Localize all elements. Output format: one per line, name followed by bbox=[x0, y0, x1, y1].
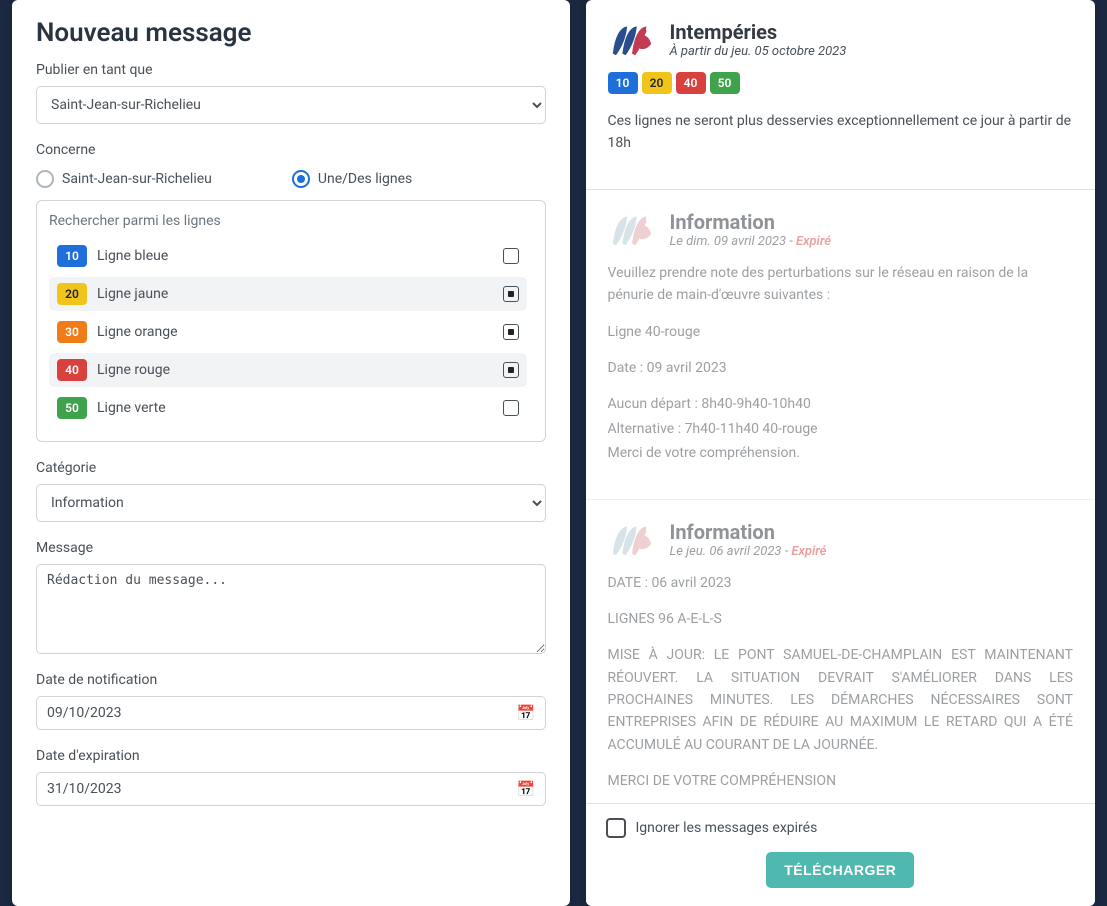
lines-selector: Rechercher parmi les lignes 10 Ligne bleu… bbox=[36, 200, 546, 442]
new-message-panel: Nouveau message Publier en tant que Sain… bbox=[12, 0, 570, 906]
line-row[interactable]: 20 Ligne jaune bbox=[49, 277, 527, 311]
line-row[interactable]: 40 Ligne rouge bbox=[49, 353, 527, 387]
line-name: Ligne verte bbox=[97, 400, 503, 416]
message-paragraph: Date : 09 avril 2023 bbox=[608, 357, 1074, 379]
calendar-icon: 📅 bbox=[517, 704, 536, 722]
concerns-radio-group: Saint-Jean-sur-Richelieu Une/Des lignes bbox=[36, 170, 546, 188]
message-title: Intempéries bbox=[670, 20, 847, 44]
radio-lines[interactable]: Une/Des lignes bbox=[292, 170, 412, 188]
line-name: Ligne orange bbox=[97, 324, 503, 340]
message-date: À partir du jeu. 05 octobre 2023 bbox=[670, 44, 847, 59]
message-paragraph: Ces lignes ne seront plus desservies exc… bbox=[608, 110, 1074, 155]
line-checkbox[interactable] bbox=[503, 362, 519, 378]
messages-scroll[interactable]: IntempériesÀ partir du jeu. 05 octobre 2… bbox=[586, 0, 1096, 803]
publish-as-select[interactable]: Saint-Jean-sur-Richelieu bbox=[36, 86, 546, 124]
expired-tag: Expiré bbox=[791, 544, 826, 559]
message-body: Ces lignes ne seront plus desservies exc… bbox=[608, 110, 1074, 155]
line-checkbox[interactable] bbox=[503, 248, 519, 264]
line-badge: 30 bbox=[57, 321, 87, 343]
message-card: InformationLe jeu. 06 avril 2023 - Expir… bbox=[586, 500, 1096, 803]
lines-list[interactable]: 10 Ligne bleue 20 Ligne jaune 30 Ligne orange… bbox=[49, 239, 533, 429]
message-date: Le dim. 09 avril 2023 - Expiré bbox=[670, 234, 832, 249]
line-name: Ligne jaune bbox=[97, 286, 503, 302]
message-paragraph: MISE À JOUR: LE PONT SAMUEL-DE-CHAMPLAIN… bbox=[608, 644, 1074, 756]
org-logo-icon bbox=[608, 20, 656, 60]
ignore-expired-checkbox[interactable] bbox=[606, 818, 626, 838]
message-paragraph: Merci de votre compréhension. bbox=[608, 442, 1074, 464]
line-badge: 10 bbox=[57, 245, 87, 267]
message-body: DATE : 06 avril 2023 LIGNES 96 A-E-L-S MIS… bbox=[608, 572, 1074, 793]
message-card: IntempériesÀ partir du jeu. 05 octobre 2… bbox=[586, 0, 1096, 190]
messages-panel: IntempériesÀ partir du jeu. 05 octobre 2… bbox=[586, 0, 1096, 906]
line-badges: 10204050 bbox=[608, 72, 1074, 94]
message-title: Information bbox=[670, 210, 832, 234]
org-logo-icon bbox=[608, 520, 656, 560]
line-row[interactable]: 50 Ligne verte bbox=[49, 391, 527, 425]
line-badge: 40 bbox=[57, 359, 87, 381]
line-checkbox[interactable] bbox=[503, 400, 519, 416]
lines-search-hint: Rechercher parmi les lignes bbox=[49, 213, 533, 229]
concerns-label: Concerne bbox=[36, 142, 546, 158]
line-badge: 20 bbox=[642, 72, 672, 94]
notif-date-input[interactable] bbox=[36, 696, 546, 730]
message-paragraph: Ligne 40-rouge bbox=[608, 321, 1074, 343]
line-row[interactable]: 10 Ligne bleue bbox=[49, 239, 527, 273]
message-date: Le jeu. 06 avril 2023 - Expiré bbox=[670, 544, 827, 559]
message-paragraph: MERCI DE VOTRE COMPRÉHENSION bbox=[608, 770, 1074, 792]
category-select[interactable]: Information bbox=[36, 484, 546, 522]
message-label: Message bbox=[36, 540, 546, 556]
line-checkbox[interactable] bbox=[503, 324, 519, 340]
radio-lines-label: Une/Des lignes bbox=[318, 171, 412, 187]
calendar-icon: 📅 bbox=[517, 780, 536, 798]
message-paragraph: LIGNES 96 A-E-L-S bbox=[608, 608, 1074, 630]
message-textarea[interactable] bbox=[36, 564, 546, 654]
category-label: Catégorie bbox=[36, 460, 546, 476]
radio-city-label: Saint-Jean-sur-Richelieu bbox=[62, 171, 212, 187]
notif-date-label: Date de notification bbox=[36, 672, 546, 688]
line-badge: 50 bbox=[710, 72, 740, 94]
line-badge: 40 bbox=[676, 72, 706, 94]
message-paragraph: DATE : 06 avril 2023 bbox=[608, 572, 1074, 594]
line-badge: 50 bbox=[57, 397, 87, 419]
exp-date-input[interactable] bbox=[36, 772, 546, 806]
line-badge: 10 bbox=[608, 72, 638, 94]
org-logo-icon bbox=[608, 210, 656, 250]
publish-as-label: Publier en tant que bbox=[36, 62, 546, 78]
message-title: Information bbox=[670, 520, 827, 544]
ignore-expired-label: Ignorer les messages expirés bbox=[636, 820, 818, 836]
line-row[interactable]: 30 Ligne orange bbox=[49, 315, 527, 349]
message-paragraph: Aucun départ : 8h40-9h40-10h40 bbox=[608, 393, 1074, 415]
exp-date-label: Date d'expiration bbox=[36, 748, 546, 764]
message-paragraph: Veuillez prendre note des perturbations … bbox=[608, 262, 1074, 307]
radio-city[interactable]: Saint-Jean-sur-Richelieu bbox=[36, 170, 212, 188]
line-badge: 20 bbox=[57, 283, 87, 305]
line-name: Ligne bleue bbox=[97, 248, 503, 264]
line-checkbox[interactable] bbox=[503, 286, 519, 302]
message-body: Veuillez prendre note des perturbations … bbox=[608, 262, 1074, 465]
footer-bar: Ignorer les messages expirés TÉLÉCHARGER bbox=[586, 803, 1096, 906]
download-button[interactable]: TÉLÉCHARGER bbox=[766, 852, 914, 888]
message-card: InformationLe dim. 09 avril 2023 - Expir… bbox=[586, 190, 1096, 500]
line-name: Ligne rouge bbox=[97, 362, 503, 378]
message-paragraph: Alternative : 7h40-11h40 40-rouge bbox=[608, 418, 1074, 440]
page-title: Nouveau message bbox=[36, 18, 546, 48]
expired-tag: Expiré bbox=[796, 234, 831, 249]
